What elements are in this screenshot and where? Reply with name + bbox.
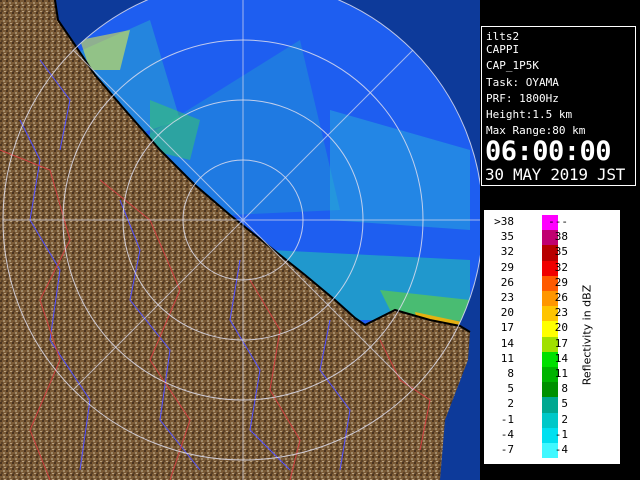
legend-high-value: 38 xyxy=(554,230,568,244)
prf-label: PRF: 1800Hz xyxy=(486,92,559,105)
site-name: ilts2 xyxy=(486,30,520,43)
legend-low-value: -4 xyxy=(500,427,514,441)
legend-high-value: 5 xyxy=(561,397,568,411)
legend-low-value: 14 xyxy=(500,336,514,350)
legend-high-value: 32 xyxy=(554,260,568,274)
radar-map xyxy=(0,0,480,480)
legend-high-value: 29 xyxy=(554,275,568,289)
product-name: CAPPI xyxy=(486,43,520,56)
legend-low-value: 29 xyxy=(500,260,514,274)
legend-high-value: -1 xyxy=(554,427,568,441)
observation-date: 30 MAY 2019 JST xyxy=(485,165,625,184)
legend-low-value: 35 xyxy=(500,230,514,244)
legend-low-value: 8 xyxy=(507,367,514,380)
legend-low-value: 32 xyxy=(500,245,514,259)
radar-map-view[interactable] xyxy=(0,0,480,480)
legend-low-value: -1 xyxy=(500,412,514,426)
legend-low-value: 20 xyxy=(500,306,514,320)
legend-low-value: 17 xyxy=(500,321,514,335)
legend-low-value: 11 xyxy=(500,351,514,365)
legend-low-value: 5 xyxy=(507,382,514,396)
legend-high-value: 2 xyxy=(561,412,568,426)
legend-low-value: 23 xyxy=(500,291,514,304)
legend-high-value: 35 xyxy=(554,245,568,259)
legend-low-value: -7 xyxy=(500,443,514,456)
legend-high-value: 20 xyxy=(554,321,568,335)
legend-high-value: 8 xyxy=(561,382,568,396)
observation-time: 06:00:00 xyxy=(485,136,612,167)
legend-high-value: 17 xyxy=(554,336,568,350)
reflectivity-legend: >38 --- 35 38 32 35 29 32 26 29 23 26 20 23 17 20 14 17 11… xyxy=(484,210,620,464)
legend-low-value: >38 xyxy=(494,215,514,228)
legend-low-value: 26 xyxy=(500,275,514,289)
legend-high-value: 11 xyxy=(554,367,568,380)
legend-high-value: -4 xyxy=(554,443,568,456)
product-code: CAP_1P5K xyxy=(486,59,539,72)
legend-title: Reflectivity in dBZ xyxy=(580,284,594,386)
legend-high-value: 23 xyxy=(554,306,568,320)
info-box: ilts2 CAPPI CAP_1P5K Task: OYAMA PRF: 18… xyxy=(481,26,636,186)
legend-low-value: 2 xyxy=(507,397,514,411)
legend-high-value: 26 xyxy=(554,291,568,304)
side-panel: ilts2 CAPPI CAP_1P5K Task: OYAMA PRF: 18… xyxy=(480,0,640,480)
legend-high-value: --- xyxy=(548,215,568,228)
height-label: Height:1.5 km xyxy=(486,108,573,121)
legend-high-value: 14 xyxy=(554,351,568,365)
task-label: Task: OYAMA xyxy=(486,76,559,89)
